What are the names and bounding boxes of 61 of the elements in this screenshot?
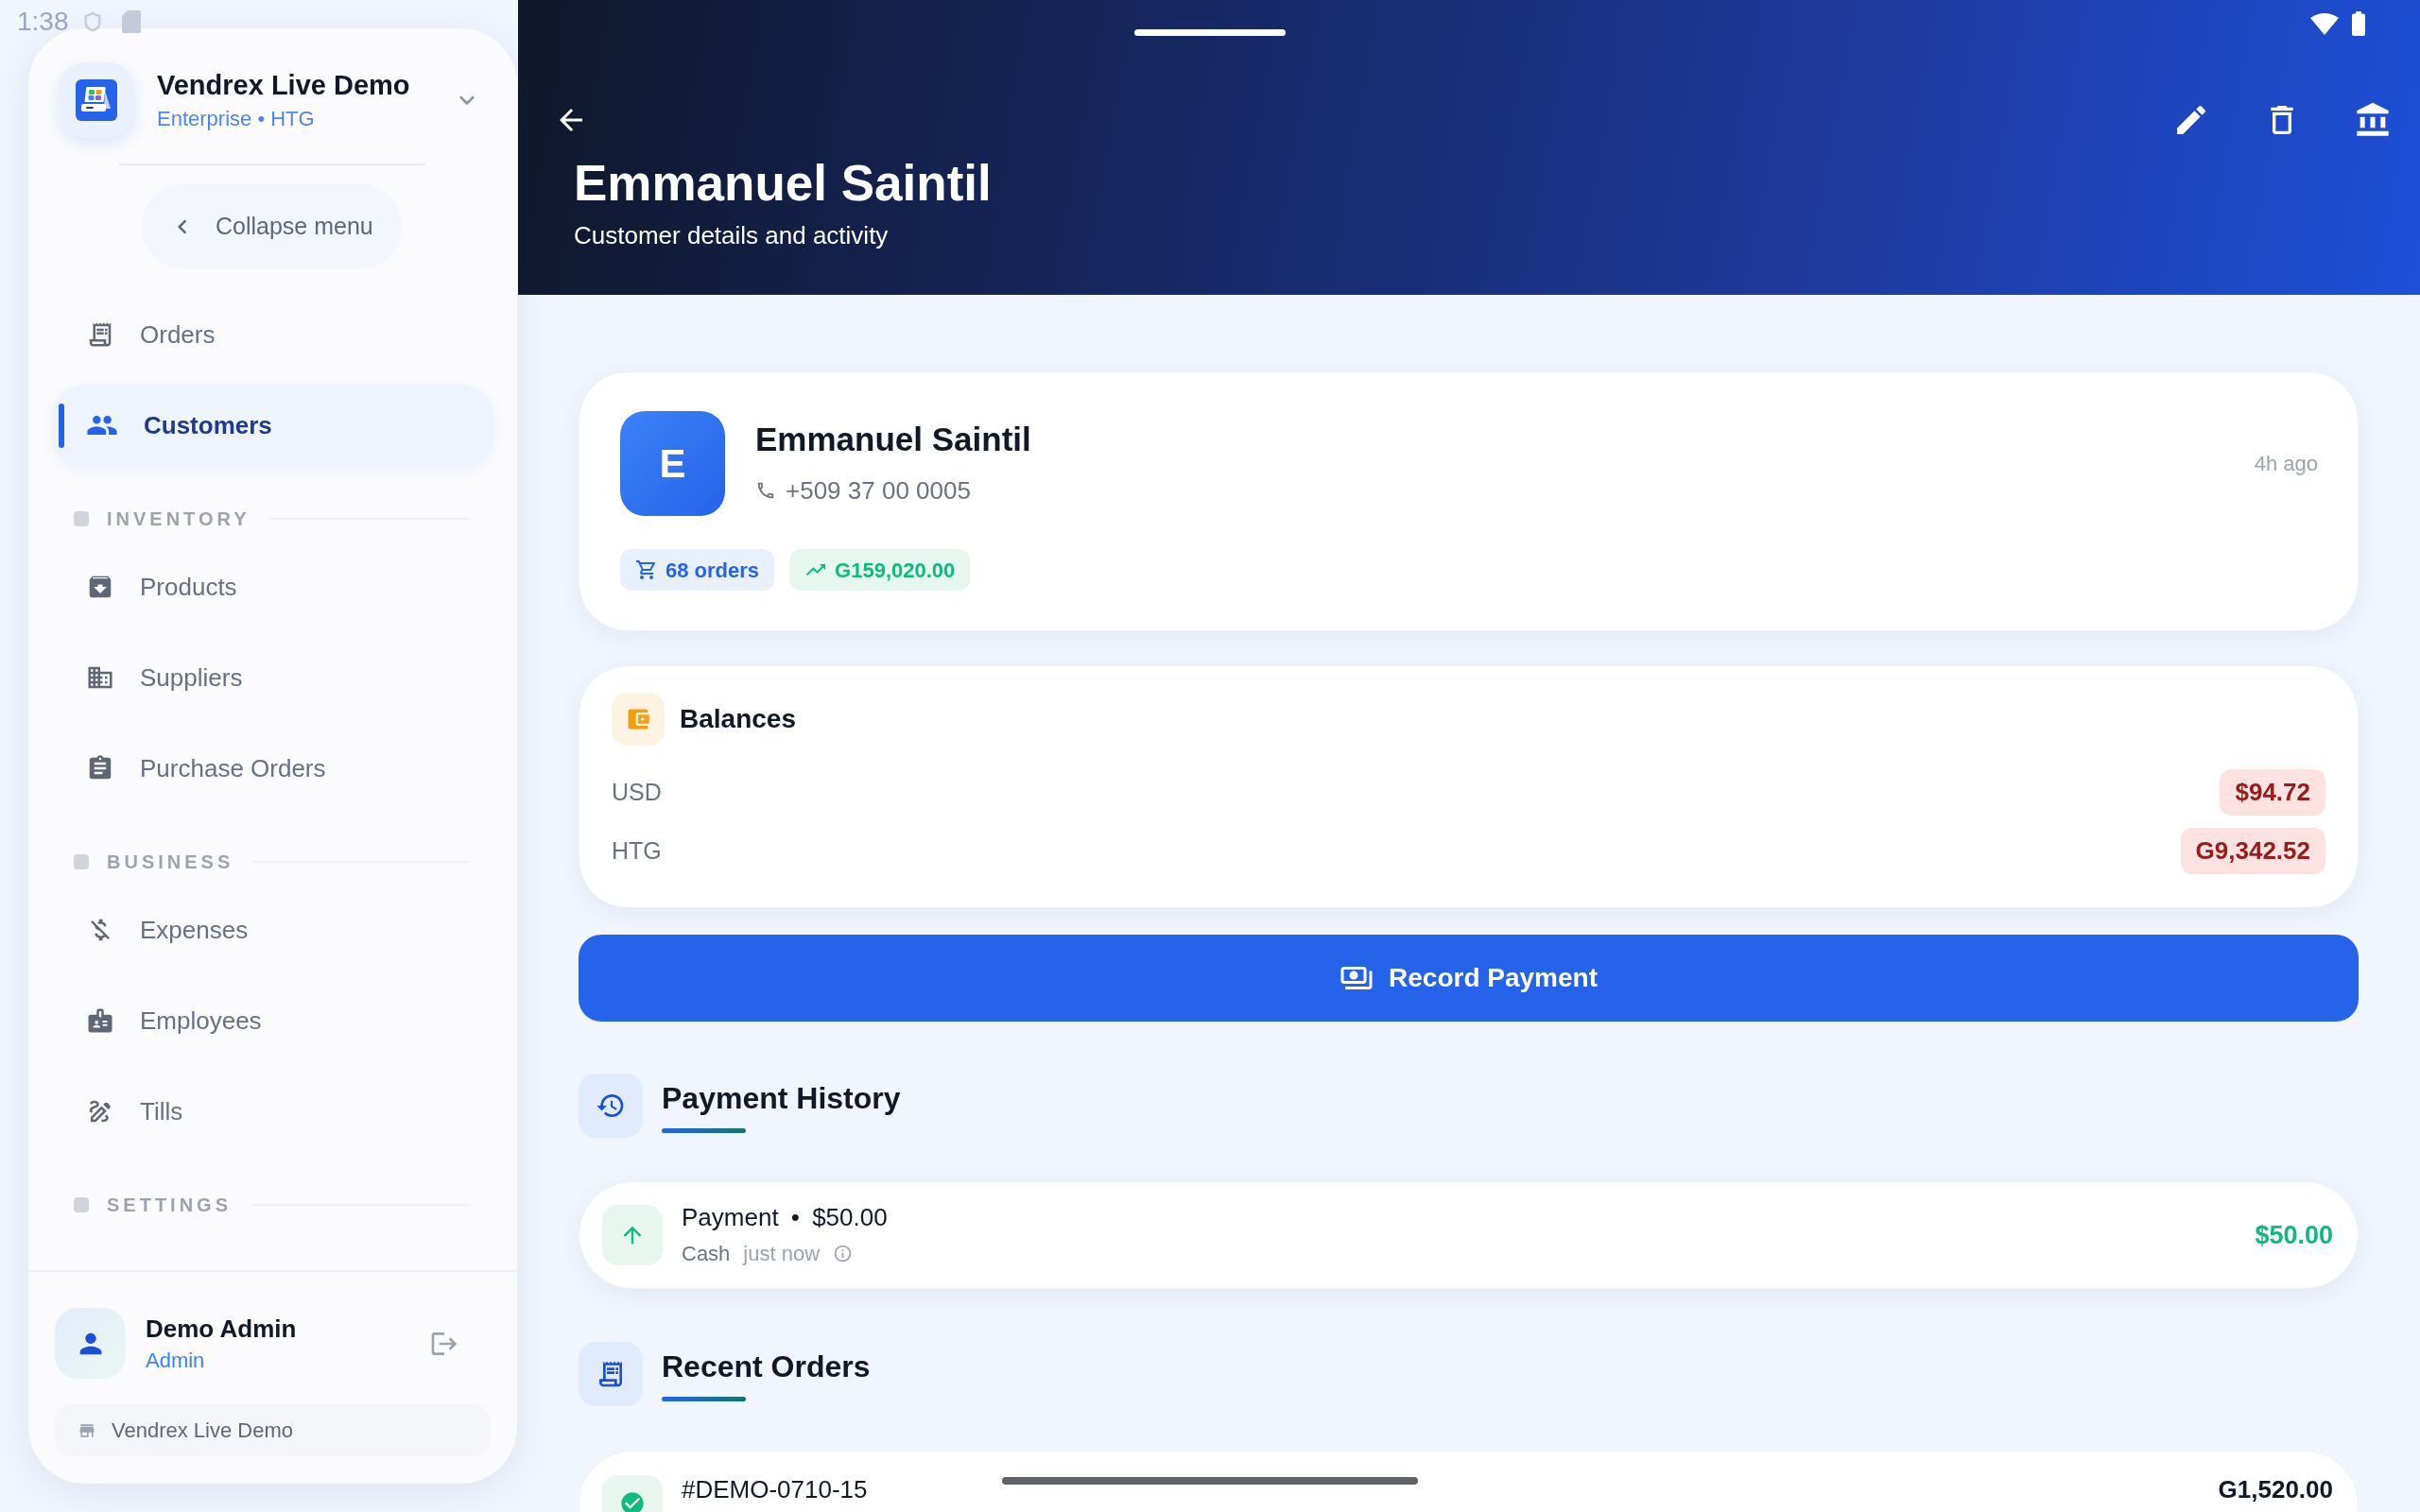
order-row[interactable]: #DEMO-0710-15 G1,520.00 [579,1451,2359,1512]
wallet-icon [612,693,665,746]
navigation-handle[interactable] [1134,29,1286,36]
app-logo-icon [59,62,134,138]
sidebar-item[interactable]: Customers [52,384,493,467]
section-heading: SETTINGS [107,1194,232,1217]
customer-phone: +509 37 00 0005 [786,475,971,506]
record-payment-button[interactable]: Record Payment [579,935,2359,1022]
customer-name: Emmanuel Saintil [755,421,1031,458]
wifi-icon [2310,12,2339,35]
order-total: G1,520.00 [2218,1475,2333,1503]
phone-icon [755,480,776,501]
currency-label: USD [612,777,662,807]
collapse-menu-button[interactable]: Collapse menu [142,183,402,269]
sidebar-item[interactable]: Products [52,545,493,628]
selection-indicator [59,403,64,448]
page-subtitle: Customer details and activity [574,221,890,250]
workspace-plan: Enterprise • HTG [157,106,316,132]
receipt-icon [579,1342,643,1406]
store-name: Vendrex Live Demo [112,1418,293,1444]
lifetime-total-badge: G159,020.00 [789,549,971,591]
sidebar-item[interactable]: Suppliers [52,636,493,719]
sidebar-item[interactable]: Tills [52,1070,493,1153]
user-avatar-icon [55,1308,126,1379]
page-title: Emmanuel Saintil [574,154,993,213]
sd-card-icon [121,9,141,33]
arrow-up-icon [602,1205,663,1265]
sidebar-item[interactable]: Employees [52,979,493,1062]
user-role: Admin [146,1347,206,1374]
payment-title: Payment • $50.00 [682,1201,888,1232]
section-heading: BUSINESS [107,850,234,874]
status-time: 1:38 [17,6,69,37]
sidebar-item[interactable]: Orders [52,293,493,376]
last-active-time: 4h ago [2254,451,2318,477]
cart-icon [635,558,658,581]
balances-title: Balances [680,703,796,735]
balance-amount: G9,342.52 [2180,828,2325,874]
customer-avatar: E [620,411,725,516]
workspace-name: Vendrex Live Demo [157,69,410,102]
user-name: Demo Admin [146,1313,297,1344]
sidebar-item[interactable]: Purchase Orders [52,727,493,810]
square-marker-icon [74,1197,89,1212]
section-heading: INVENTORY [107,507,251,531]
sidebar-item[interactable]: Expenses [52,888,493,971]
orders-count-badge: 68 orders [620,549,775,591]
payment-amount: $50.00 [2255,1219,2333,1251]
square-marker-icon [74,511,89,526]
bank-icon[interactable] [2354,101,2392,139]
section-title: Payment History [662,1080,901,1116]
id-badge-icon [86,1006,114,1035]
battery-icon [2352,11,2365,36]
payment-method: Cash [682,1240,731,1267]
balance-amount: $94.72 [2220,769,2325,816]
payment-time: just now [743,1240,821,1267]
history-icon [579,1074,643,1138]
payment-row[interactable]: Payment • $50.00 Cash just now $50.00 [579,1181,2359,1289]
info-icon[interactable] [833,1243,854,1263]
currency-label: HTG [612,835,662,866]
square-marker-icon [74,854,89,869]
section-title: Recent Orders [662,1349,871,1384]
order-number: #DEMO-0710-15 [682,1475,868,1503]
